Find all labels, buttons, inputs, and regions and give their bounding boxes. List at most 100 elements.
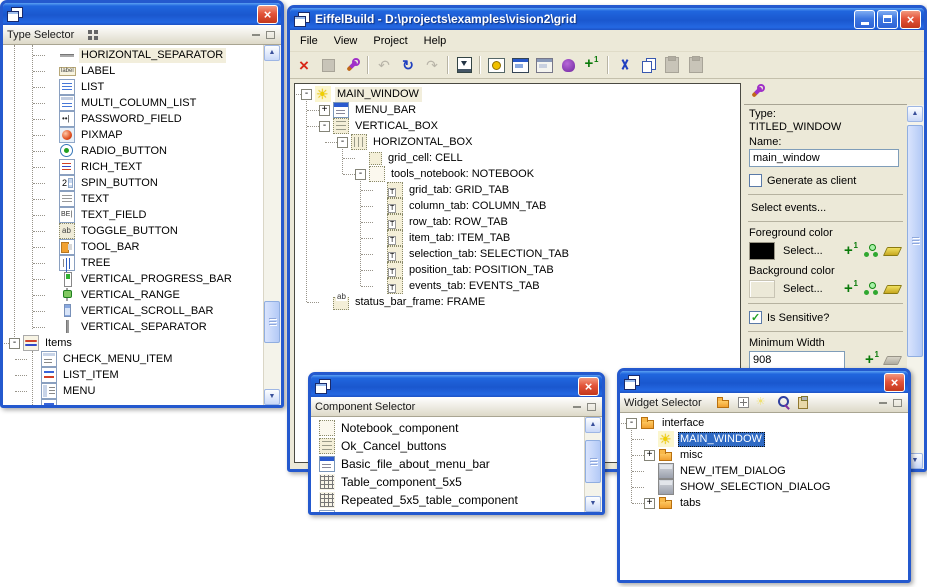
figure-icon[interactable] xyxy=(556,54,580,76)
plus-expander-icon[interactable]: + xyxy=(644,498,655,509)
tree-item-row-tab-row-tab[interactable]: row_tab: ROW_TAB xyxy=(295,214,740,230)
tree-item-vertical-scroll-bar[interactable]: VERTICAL_SCROLL_BAR xyxy=(3,303,264,319)
menu-file[interactable]: File xyxy=(292,32,326,50)
tree-item-item-tab-item-tab[interactable]: item_tab: ITEM_TAB xyxy=(295,230,740,246)
close-button[interactable]: × xyxy=(900,10,921,29)
plus-one-icon[interactable] xyxy=(580,54,604,76)
window-gray-icon[interactable] xyxy=(532,54,556,76)
tree-item-repeated-5x5-table-component[interactable]: Repeated_5x5_table_component xyxy=(311,491,585,509)
tree-item-rich-text[interactable]: RICH_TEXT xyxy=(3,159,264,175)
tree-item-items[interactable]: -Items xyxy=(3,335,264,351)
scrollbar-thumb[interactable] xyxy=(585,440,601,483)
tree-item-main-window[interactable]: MAIN_WINDOW xyxy=(620,431,908,447)
tree-item-spin-button[interactable]: SPIN_BUTTON xyxy=(3,175,264,191)
tree-item-password-field[interactable]: PASSWORD_FIELD xyxy=(3,111,264,127)
folder-icon[interactable] xyxy=(717,396,731,409)
minimum-width-input[interactable] xyxy=(749,351,845,369)
window-icon[interactable] xyxy=(508,54,532,76)
minus-expander-icon[interactable]: - xyxy=(337,137,348,148)
wrench-icon[interactable] xyxy=(340,54,364,76)
tree-item-label[interactable]: LABEL xyxy=(3,63,264,79)
scroll-up-icon[interactable]: ▲ xyxy=(585,417,601,433)
maximize-icon[interactable] xyxy=(893,399,902,407)
menu-view[interactable]: View xyxy=(326,32,366,50)
component-selector-titlebar[interactable]: × xyxy=(311,375,602,397)
refresh-icon[interactable]: ↻ xyxy=(396,54,420,76)
minimize-icon[interactable] xyxy=(573,406,581,408)
tree-item-basic-file-about-menu-bar[interactable]: Basic_file_about_menu_bar xyxy=(311,455,585,473)
vertical-scrollbar[interactable]: ▲ ▼ xyxy=(584,417,602,512)
scroll-up-icon[interactable]: ▲ xyxy=(907,106,923,122)
type-selector-titlebar[interactable]: × xyxy=(3,3,281,25)
copy-icon[interactable] xyxy=(636,54,660,76)
tree-item-multi-column-list[interactable]: MULTI_COLUMN_LIST xyxy=(3,95,264,111)
tree-item-pixmap[interactable]: PIXMAP xyxy=(3,127,264,143)
tree-item-vertical-separator[interactable]: VERTICAL_SEPARATOR xyxy=(3,319,264,335)
background-color-swatch[interactable] xyxy=(749,280,775,298)
select-events-button[interactable]: Select events... xyxy=(751,202,902,214)
main-titlebar[interactable]: EiffelBuild - D:\projects\examples\visio… xyxy=(290,8,924,30)
tree-item-selection-tab-selection-tab[interactable]: selection_tab: SELECTION_TAB xyxy=(295,246,740,262)
molecule-icon[interactable] xyxy=(864,282,879,296)
close-button[interactable]: × xyxy=(578,377,599,396)
tree-item-new-item-dialog[interactable]: NEW_ITEM_DIALOG xyxy=(620,463,908,479)
eraser-icon[interactable] xyxy=(883,247,902,256)
tree-item-column-tab-column-tab[interactable]: column_tab: COLUMN_TAB xyxy=(295,198,740,214)
generate-as-client-checkbox[interactable] xyxy=(749,174,762,187)
menu-project[interactable]: Project xyxy=(365,32,415,50)
tree-item-show-selection-dialog[interactable]: SHOW_SELECTION_DIALOG xyxy=(620,479,908,495)
close-button[interactable]: × xyxy=(257,5,278,24)
scroll-up-icon[interactable]: ▲ xyxy=(264,45,280,61)
minimize-button[interactable] xyxy=(854,10,875,29)
tree-item-tabs[interactable]: +tabs xyxy=(620,495,908,511)
tree-item-main-window[interactable]: -MAIN_WINDOW xyxy=(295,86,740,102)
plus-expander-icon[interactable]: + xyxy=(644,450,655,461)
tree-item-menu[interactable]: MENU xyxy=(3,383,264,399)
scroll-down-icon[interactable]: ▼ xyxy=(585,496,601,512)
tree-item-horizontal-separator[interactable]: HORIZONTAL_SEPARATOR xyxy=(3,47,264,63)
tree-item-tool-bar[interactable]: TOOL_BAR xyxy=(3,239,264,255)
close-button[interactable]: × xyxy=(884,373,905,392)
maximize-icon[interactable] xyxy=(587,403,596,411)
tree-item-ok-cancel-buttons[interactable]: Ok_Cancel_buttons xyxy=(311,437,585,455)
tree-item-misc[interactable]: +misc xyxy=(620,447,908,463)
tree-item-vertical-progress-bar[interactable]: VERTICAL_PROGRESS_BAR xyxy=(3,271,264,287)
tree-item-toggle-button[interactable]: TOGGLE_BUTTON xyxy=(3,223,264,239)
tree-item-list[interactable]: LIST xyxy=(3,79,264,95)
foreground-select-button[interactable]: Select... xyxy=(783,245,823,257)
minus-expander-icon[interactable]: - xyxy=(301,89,312,100)
tree-item-notebook-component[interactable]: Notebook_component xyxy=(311,419,585,437)
eraser-icon[interactable] xyxy=(883,285,902,294)
export-icon[interactable] xyxy=(452,54,476,76)
tree-item-check-menu-item[interactable]: CHECK_MENU_ITEM xyxy=(3,351,264,367)
cut-icon[interactable] xyxy=(612,54,636,76)
sunburst-icon[interactable] xyxy=(756,396,770,409)
minus-expander-icon[interactable]: - xyxy=(355,169,366,180)
tree-item-events-tab-events-tab[interactable]: events_tab: EVENTS_TAB xyxy=(295,278,740,294)
tree-item-vertical-range[interactable]: VERTICAL_RANGE xyxy=(3,287,264,303)
scrollbar-thumb[interactable] xyxy=(907,125,923,357)
search-icon[interactable] xyxy=(777,396,791,409)
tree-item-tools-notebook-notebook[interactable]: -tools_notebook: NOTEBOOK xyxy=(295,166,740,182)
minus-expander-icon[interactable]: - xyxy=(626,418,637,429)
foreground-color-swatch[interactable] xyxy=(749,242,775,260)
tree-item-horizontal-box[interactable]: -HORIZONTAL_BOX xyxy=(295,134,740,150)
tree-item-position-tab-position-tab[interactable]: position_tab: POSITION_TAB xyxy=(295,262,740,278)
plus-one-icon[interactable] xyxy=(844,282,858,296)
tree-item-text-field[interactable]: TEXT_FIELD xyxy=(3,207,264,223)
plus-one-icon[interactable] xyxy=(865,353,879,367)
clipboard-icon[interactable] xyxy=(798,397,808,409)
tree-item-tree[interactable]: Tree xyxy=(311,509,585,512)
tree-item-tree[interactable]: TREE xyxy=(3,255,264,271)
minimize-icon[interactable] xyxy=(879,402,887,404)
grid-plus-icon[interactable] xyxy=(738,397,749,408)
tree-item-blank[interactable] xyxy=(3,399,264,405)
tree-item-grid-cell-cell[interactable]: grid_cell: CELL xyxy=(295,150,740,166)
vertical-scrollbar[interactable]: ▲ ▼ xyxy=(263,45,281,405)
tree-item-table-component-5x5[interactable]: Table_component_5x5 xyxy=(311,473,585,491)
name-input[interactable] xyxy=(749,149,899,167)
scrollbar-thumb[interactable] xyxy=(264,301,280,343)
menu-help[interactable]: Help xyxy=(416,32,455,50)
tree-item-list-item[interactable]: LIST_ITEM xyxy=(3,367,264,383)
minus-expander-icon[interactable]: - xyxy=(319,121,330,132)
